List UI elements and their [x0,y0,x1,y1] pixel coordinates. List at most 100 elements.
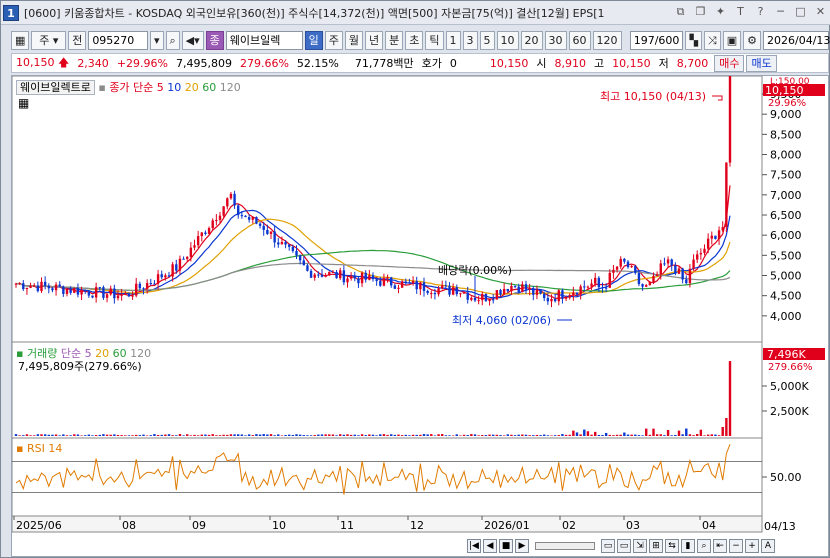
minus-icon[interactable]: − [729,539,743,553]
candle-body [368,275,371,280]
interval-3[interactable]: 3 [462,30,478,50]
ma-label[interactable]: 종가 단순 [109,81,153,94]
text-icon[interactable]: T [732,4,749,21]
tab-period-minute[interactable]: 분 [385,30,404,50]
candle-body [422,282,426,291]
auto-icon[interactable]: A [761,539,775,553]
volume-bar [167,434,171,436]
candle-body [703,248,706,253]
scroll-back-icon[interactable]: ◀ [483,539,497,553]
chart-canvas[interactable]: 9,5009,0008,5008,0007,5007,0006,5006,000… [11,66,828,556]
table-icon[interactable]: ▦ [18,96,29,110]
candle-body [397,287,400,289]
zoom-in-box-icon[interactable]: ▭ [617,539,631,553]
candle-body [65,289,69,294]
candle-body [178,258,182,271]
stop-icon[interactable]: ■ [499,539,513,553]
ma-10-label[interactable]: 10 [167,81,181,94]
interval-10[interactable]: 10 [496,30,519,50]
chart-area[interactable]: 9,5009,0008,5008,0007,5007,0006,5006,000… [11,66,829,557]
x-tick-label: 03 [626,519,640,532]
stock-name-field[interactable]: 웨이브일렉 [225,30,303,50]
volume-bar [430,434,433,436]
interval-120[interactable]: 120 [592,30,622,50]
price-tick-label: 5,000 [770,270,802,283]
scroll-forward-icon[interactable]: ▶ [515,539,529,553]
candle-body [641,284,644,287]
interval-60[interactable]: 60 [568,30,591,50]
settings-icon[interactable]: ⚙ [743,30,761,50]
link-icon[interactable]: ⧉ [672,4,689,21]
candle-body [164,275,167,278]
title-bar: 1 [0600] 키움종합차트 - KOSDAQ 외국인보유[360(천)] 주… [1,1,830,25]
tab-period-second[interactable]: 초 [405,30,424,50]
volume-bar [247,434,251,436]
rsi-marker-icon: ▪ [16,442,24,455]
volume-bar [51,434,54,436]
tab-period-day[interactable]: 일 [304,30,323,50]
ma-20-label[interactable]: 20 [185,81,199,94]
compare-icon[interactable]: ⇆ [665,539,679,553]
candle-body [320,274,324,277]
tool-icon[interactable]: ⤨ [703,30,721,50]
tab-period-month[interactable]: 월 [344,30,364,50]
date-field[interactable]: 2026/04/13 [763,30,830,50]
maximize-icon[interactable]: □ [792,4,809,21]
candle-body [167,275,171,277]
open-label: 시 [536,57,547,70]
ma-120-label[interactable]: 120 [220,81,241,94]
volume-bar [149,435,152,436]
help-icon[interactable]: ? [752,4,769,21]
minimize-icon[interactable]: ─ [772,4,789,21]
tab-period-week[interactable]: 주 [324,30,343,50]
candle-body [572,292,575,296]
stock-name-legend[interactable]: 웨이브일렉트로 [16,80,95,95]
buy-button[interactable]: 매수 [714,54,745,72]
pin-icon[interactable]: ✦ [712,4,729,21]
sell-button[interactable]: 매도 [746,54,777,72]
period-type-select[interactable]: 주 ▾ [31,30,67,50]
price-tick-label: 4,500 [770,290,802,303]
volume-bar [601,435,604,436]
bar-chart-icon[interactable]: ▮ [681,539,695,553]
tab-period-year[interactable]: 년 [365,30,384,50]
ma-5-label[interactable]: 5 [157,81,164,94]
candle-body [568,295,571,298]
volume-bar [550,435,553,436]
candle-body [382,278,386,286]
all-button[interactable]: 전 [68,30,87,50]
volume-bar [612,435,615,436]
tab-period-tick[interactable]: 틱 [425,30,444,50]
search-icon[interactable]: ⌕ [165,30,180,50]
close-icon[interactable]: ✕ [812,4,829,21]
candle-body [273,231,276,243]
candle-body [233,193,236,206]
interval-5[interactable]: 5 [479,30,495,50]
count-field[interactable]: 197/600 [629,30,684,50]
interval-20[interactable]: 20 [520,30,543,50]
fit-icon[interactable]: ⇲ [633,539,647,553]
code-dropdown-icon[interactable]: ▾ [149,30,164,50]
speaker-icon[interactable]: ◀▾ [181,30,204,50]
rsi-name[interactable]: RSI 14 [27,442,62,455]
volume-bar [426,434,429,436]
volume-bar [393,434,397,436]
grid-icon[interactable]: ▦ [11,30,30,50]
scroll-start-icon[interactable]: |◀ [467,539,481,553]
interval-30[interactable]: 30 [544,30,567,50]
stock-code-input[interactable]: 095270 [88,30,148,50]
layout-icon[interactable]: ▚ [685,30,702,50]
mag-icon[interactable]: ⌕ [697,539,711,553]
scale-icon[interactable]: ⊞ [649,539,663,553]
save-icon[interactable]: ▣ [722,30,742,50]
current-price-value: 10,150 [16,55,55,69]
copy-icon[interactable]: ❐ [692,4,709,21]
scroll-slider[interactable] [535,542,595,550]
ma-60-label[interactable]: 60 [202,81,216,94]
window-number-badge[interactable]: 1 [3,4,19,21]
zoom-out-box-icon[interactable]: ▭ [601,539,615,553]
candle-body [462,292,466,294]
plus-icon[interactable]: + [745,539,759,553]
shrink-icon[interactable]: ⇤ [713,539,727,553]
interval-1[interactable]: 1 [445,30,461,50]
